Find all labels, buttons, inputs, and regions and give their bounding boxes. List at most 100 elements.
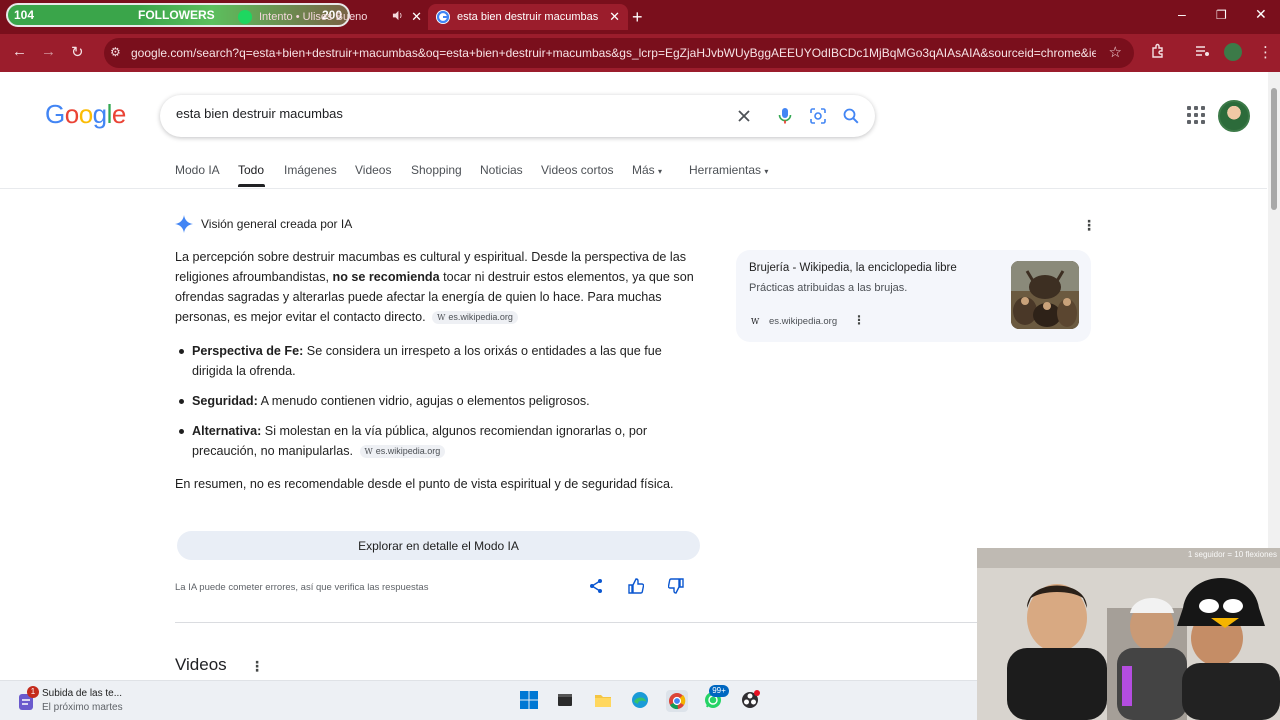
bullet-term: Seguridad: — [192, 394, 258, 408]
nav-divider — [0, 188, 1267, 189]
whatsapp-icon[interactable]: 99+ — [703, 685, 729, 712]
videos-more-icon[interactable]: ⋮ — [250, 658, 264, 675]
whatsapp-badge: 99+ — [709, 685, 729, 697]
back-arrow-icon[interactable]: ← — [12, 43, 27, 60]
close-window-icon[interactable]: ✕ — [1255, 6, 1267, 23]
taskbar-notification[interactable]: 1 Subida de las te... El próximo martes — [16, 686, 216, 716]
chrome-taskbar-icon[interactable] — [666, 690, 688, 712]
source-card-more-icon[interactable]: ⋮ — [853, 313, 865, 327]
new-tab-plus-icon[interactable]: + — [632, 7, 643, 28]
minimize-icon[interactable]: – — [1178, 6, 1186, 22]
thumbs-down-icon[interactable] — [667, 578, 688, 598]
explore-ai-mode-button[interactable]: Explorar en detalle el Modo IA — [177, 531, 700, 560]
source-chip[interactable]: Wes.wikipedia.org — [359, 445, 446, 458]
obs-studio-icon[interactable] — [740, 690, 762, 712]
close-tab-icon[interactable]: ✕ — [609, 9, 620, 25]
chrome-profile-avatar[interactable] — [1224, 43, 1242, 61]
windows-taskbar: 1 Subida de las te... El próximo martes … — [0, 680, 977, 720]
ai-bullet-list: Perspectiva de Fe: Se considera un irres… — [179, 341, 702, 461]
ai-disclaimer: La IA puede cometer errores, así que ver… — [175, 582, 429, 593]
wikipedia-icon: W — [751, 317, 760, 326]
tools-dropdown[interactable]: Herramientas ▾ — [689, 163, 768, 177]
source-card-thumbnail — [1011, 261, 1079, 329]
bullet-text: A menudo contienen vidrio, agujas o elem… — [257, 394, 590, 408]
browser-titlebar: 104 FOLLOWERS 200 Intento • Ulises Bueno… — [0, 0, 1280, 34]
google-favicon-icon — [436, 10, 450, 24]
search-box[interactable] — [160, 95, 875, 137]
speaker-icon[interactable] — [392, 10, 403, 24]
media-control-icon[interactable] — [1194, 43, 1210, 63]
ai-overview-header: Visión general creada por IA — [175, 215, 352, 233]
tab-mas[interactable]: Más ▾ — [632, 163, 662, 177]
edge-browser-icon[interactable] — [630, 690, 652, 712]
google-account-avatar[interactable] — [1218, 100, 1250, 132]
url-text[interactable]: google.com/search?q=esta+bien+destruir+m… — [131, 46, 1096, 60]
ai-text-bold: no se recomienda — [332, 270, 440, 284]
wikipedia-icon: W — [437, 313, 446, 322]
bullet-term: Perspectiva de Fe: — [192, 344, 304, 358]
thumbs-up-icon[interactable] — [628, 578, 648, 598]
tab-spotify[interactable]: Intento • Ulises Bueno ✕ — [230, 4, 430, 30]
notification-badge: 1 — [27, 686, 39, 698]
google-lens-icon[interactable] — [806, 104, 830, 128]
tab-imagenes[interactable]: Imágenes — [284, 163, 337, 177]
tab-modo-ia[interactable]: Modo IA — [175, 163, 220, 177]
webcam-overlay: 1 seguidor = 10 flexiones — [977, 548, 1280, 720]
followers-label: FOLLOWERS — [138, 8, 215, 22]
terminal-icon[interactable] — [555, 690, 577, 712]
voice-search-mic-icon[interactable] — [773, 104, 797, 128]
tab-videos-cortos[interactable]: Videos cortos — [541, 163, 614, 177]
scrollbar-thumb[interactable] — [1271, 88, 1277, 210]
source-card-wikipedia[interactable]: Brujería - Wikipedia, la enciclopedia li… — [736, 250, 1091, 342]
ai-overview-more-icon[interactable]: ⋮ — [1082, 217, 1096, 234]
notification-title: Subida de las te... — [42, 688, 123, 699]
address-bar[interactable]: ⚙ google.com/search?q=esta+bien+destruir… — [104, 38, 1134, 68]
source-chip-label: es.wikipedia.org — [448, 312, 513, 322]
file-explorer-icon[interactable] — [593, 690, 615, 712]
bookmark-star-icon[interactable]: ☆ — [1109, 43, 1122, 61]
close-tab-icon[interactable]: ✕ — [411, 9, 422, 25]
ai-sparkle-icon — [175, 215, 193, 233]
list-item: Perspectiva de Fe: Se considera un irres… — [179, 341, 702, 381]
section-divider — [175, 622, 980, 623]
ai-overview-paragraph: La percepción sobre destruir macumbas es… — [175, 247, 705, 327]
windows-start-icon[interactable] — [519, 690, 541, 712]
bullet-term: Alternativa: — [192, 424, 262, 438]
clear-search-icon[interactable] — [732, 104, 756, 128]
notification-subtitle: El próximo martes — [42, 702, 123, 713]
source-chip[interactable]: Wes.wikipedia.org — [432, 311, 518, 324]
chevron-down-icon: ▾ — [764, 167, 769, 176]
webcam-caption: 1 seguidor = 10 flexiones — [1187, 550, 1277, 559]
search-icon[interactable] — [839, 104, 863, 128]
active-tab-indicator — [238, 184, 265, 187]
extensions-icon[interactable] — [1150, 43, 1166, 63]
site-info-icon[interactable]: ⚙ — [110, 45, 121, 59]
ai-overview-title: Visión general creada por IA — [201, 217, 353, 231]
tab-title: Intento • Ulises Bueno — [259, 11, 368, 23]
source-chip-label: es.wikipedia.org — [375, 446, 441, 456]
list-item: Alternativa: Si molestan en la vía públi… — [179, 421, 702, 461]
wikipedia-icon: W — [364, 447, 373, 456]
search-input[interactable] — [176, 106, 716, 121]
restore-icon[interactable]: ❐ — [1216, 8, 1227, 22]
followers-count: 104 — [14, 8, 35, 22]
share-icon[interactable] — [588, 578, 608, 598]
google-apps-grid-icon[interactable] — [1187, 106, 1207, 126]
forward-arrow-icon[interactable]: → — [41, 43, 56, 60]
tab-videos[interactable]: Videos — [355, 163, 391, 177]
source-card-title[interactable]: Brujería - Wikipedia, la enciclopedia li… — [749, 262, 957, 274]
list-item: Seguridad: A menudo contienen vidrio, ag… — [179, 391, 702, 411]
browser-toolbar: ← → ↻ ⚙ google.com/search?q=esta+bien+de… — [0, 34, 1280, 72]
chrome-menu-icon[interactable]: ⋮ — [1258, 43, 1273, 61]
reload-icon[interactable]: ↻ — [71, 43, 84, 61]
videos-heading: Videos — [175, 655, 227, 674]
tab-mas-label: Más — [632, 163, 655, 177]
tab-google-search[interactable]: esta bien destruir macumbas - Buscar con… — [428, 4, 628, 30]
google-logo[interactable]: Google — [45, 99, 126, 130]
source-card-snippet: Prácticas atribuidas a las brujas. — [749, 282, 908, 294]
source-card-domain: es.wikipedia.org — [769, 316, 838, 327]
tab-shopping[interactable]: Shopping — [411, 163, 462, 177]
tab-noticias[interactable]: Noticias — [480, 163, 523, 177]
tab-todo[interactable]: Todo — [238, 163, 264, 177]
chevron-down-icon: ▾ — [658, 167, 663, 176]
